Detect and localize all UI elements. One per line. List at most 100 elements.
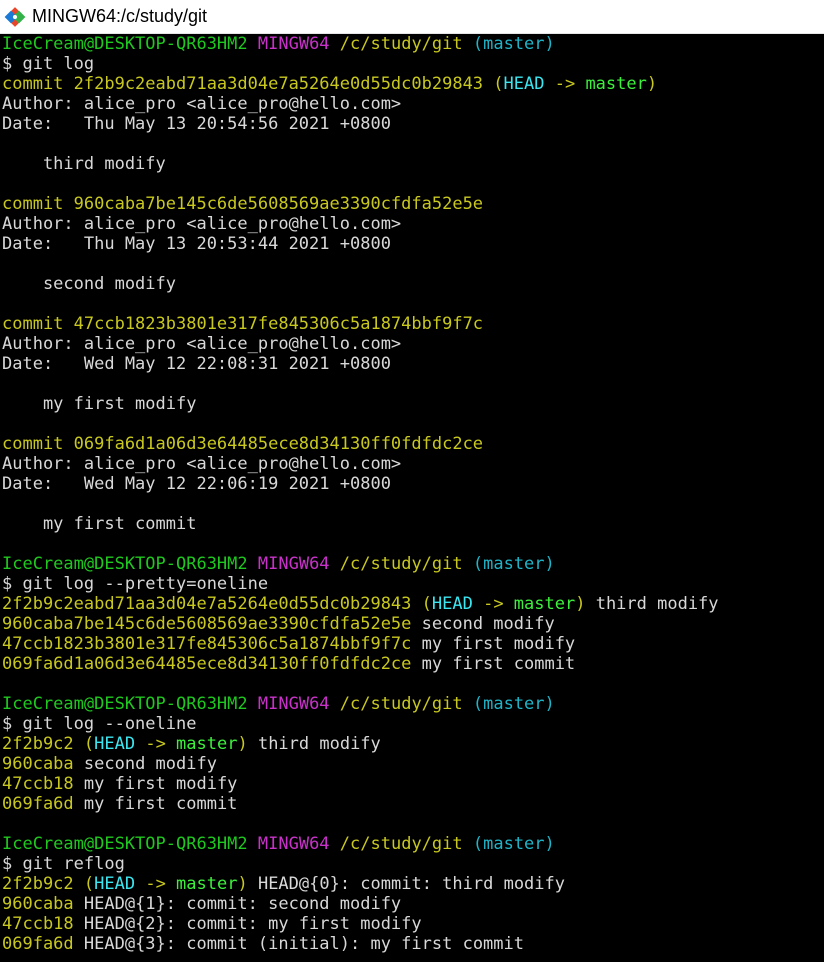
output-line: Author: alice_pro <alice_pro@hello.com>	[2, 334, 824, 354]
window-title: MINGW64:/c/study/git	[32, 6, 208, 26]
branch-ref: master	[513, 594, 576, 614]
commit-hash: 47ccb18	[2, 914, 74, 934]
prompt-system: MINGW64	[257, 694, 330, 714]
head-ref: HEAD	[94, 734, 136, 754]
decoration-open: (	[411, 594, 432, 614]
output-line: my first commit	[2, 514, 824, 534]
prompt-system: MINGW64	[257, 34, 330, 54]
output-text: Author: alice_pro <alice_pro@hello.com>	[2, 454, 402, 474]
prompt-branch: (master)	[472, 554, 555, 574]
prompt-branch: (master)	[472, 34, 555, 54]
window-titlebar[interactable]: MINGW64:/c/study/git	[0, 0, 824, 34]
output-text: Date: Thu May 13 20:53:44 2021 +0800	[2, 234, 391, 254]
commit-message: HEAD@{3}: commit (initial): my first com…	[73, 934, 524, 954]
oneline-entry: 47ccb18 HEAD@{2}: commit: my first modif…	[2, 914, 824, 934]
command-text: $ git log	[2, 54, 95, 74]
prompt-user-host: IceCream@DESKTOP-QR63HM2	[2, 834, 248, 854]
prompt-user-host: IceCream@DESKTOP-QR63HM2	[2, 554, 248, 574]
decoration-open: (	[73, 874, 95, 894]
commit-line: commit 960caba7be145c6de5608569ae3390cfd…	[2, 194, 824, 214]
prompt-system: MINGW64	[257, 834, 330, 854]
commit-hash: 960caba	[2, 894, 74, 914]
command-text: $ git reflog	[2, 854, 125, 874]
output-line: Author: alice_pro <alice_pro@hello.com>	[2, 214, 824, 234]
decoration-close: )	[646, 74, 658, 94]
commit-hash: 960caba7be145c6de5608569ae3390cfdfa52e5e	[2, 614, 412, 634]
output-text: Date: Wed May 12 22:06:19 2021 +0800	[2, 474, 391, 494]
commit-hash: commit 960caba7be145c6de5608569ae3390cfd…	[2, 194, 484, 214]
prompt-user-host: IceCream@DESKTOP-QR63HM2	[2, 694, 248, 714]
commit-message: my first modify	[411, 634, 576, 654]
branch-ref: master	[176, 734, 238, 754]
commit-hash: commit 2f2b9c2eabd71aa3d04e7a5264e0d55dc…	[2, 74, 484, 94]
commit-hash: 2f2b9c2eabd71aa3d04e7a5264e0d55dc0b29843	[2, 594, 412, 614]
output-line: Date: Thu May 13 20:54:56 2021 +0800	[2, 114, 824, 134]
output-text: Date: Thu May 13 20:54:56 2021 +0800	[2, 114, 391, 134]
oneline-entry: 069fa6d HEAD@{3}: commit (initial): my f…	[2, 934, 824, 954]
commit-message: my first commit	[73, 794, 238, 814]
oneline-entry: 47ccb1823b3801e317fe845306c5a1874bbf9f7c…	[2, 634, 824, 654]
commit-message: second modify	[73, 754, 217, 774]
commit-hash: 47ccb18	[2, 774, 74, 794]
decoration-open: (	[483, 74, 504, 94]
output-line: Author: alice_pro <alice_pro@hello.com>	[2, 454, 824, 474]
decoration-close: )	[575, 594, 586, 614]
prompt-branch: (master)	[472, 694, 555, 714]
oneline-entry: 069fa6d my first commit	[2, 794, 824, 814]
oneline-entry: 960caba7be145c6de5608569ae3390cfdfa52e5e…	[2, 614, 824, 634]
output-text: Date: Wed May 12 22:08:31 2021 +0800	[2, 354, 391, 374]
commit-hash: 069fa6d	[2, 934, 74, 954]
commit-message: HEAD@{2}: commit: my first modify	[73, 914, 422, 934]
commit-line: commit 2f2b9c2eabd71aa3d04e7a5264e0d55dc…	[2, 74, 824, 94]
prompt-branch: (master)	[472, 834, 555, 854]
commit-hash: 2f2b9c2	[2, 874, 74, 894]
command-line: $ git log --oneline	[2, 714, 824, 734]
prompt-user-host: IceCream@DESKTOP-QR63HM2	[2, 34, 248, 54]
oneline-entry: 960caba HEAD@{1}: commit: second modify	[2, 894, 824, 914]
terminal-output[interactable]: IceCream@DESKTOP-QR63HM2 MINGW64 /c/stud…	[0, 34, 824, 962]
decoration-arrow: ->	[135, 734, 177, 754]
head-ref: HEAD	[431, 594, 473, 614]
output-line: Date: Thu May 13 20:53:44 2021 +0800	[2, 234, 824, 254]
output-text: my first modify	[2, 394, 197, 414]
output-line: Date: Wed May 12 22:08:31 2021 +0800	[2, 354, 824, 374]
prompt-path: /c/study/git	[339, 834, 463, 854]
command-line: $ git log	[2, 54, 824, 74]
prompt-path: /c/study/git	[339, 694, 463, 714]
output-text: Author: alice_pro <alice_pro@hello.com>	[2, 94, 402, 114]
oneline-entry: 2f2b9c2eabd71aa3d04e7a5264e0d55dc0b29843…	[2, 594, 824, 614]
commit-hash: 069fa6d1a06d3e64485ece8d34130ff0fdfdc2ce	[2, 654, 412, 674]
commit-hash: commit 47ccb1823b3801e317fe845306c5a1874…	[2, 314, 484, 334]
output-line: my first modify	[2, 394, 824, 414]
commit-hash: 47ccb1823b3801e317fe845306c5a1874bbf9f7c	[2, 634, 412, 654]
prompt-line: IceCream@DESKTOP-QR63HM2 MINGW64 /c/stud…	[2, 834, 824, 854]
prompt-line: IceCream@DESKTOP-QR63HM2 MINGW64 /c/stud…	[2, 34, 824, 54]
commit-message: HEAD@{1}: commit: second modify	[73, 894, 402, 914]
decoration-close: )	[237, 874, 248, 894]
oneline-entry: 960caba second modify	[2, 754, 824, 774]
output-text: third modify	[2, 154, 166, 174]
commit-hash: commit 069fa6d1a06d3e64485ece8d34130ff0f…	[2, 434, 484, 454]
commit-line: commit 47ccb1823b3801e317fe845306c5a1874…	[2, 314, 824, 334]
decoration-close: )	[237, 734, 248, 754]
prompt-path: /c/study/git	[339, 554, 463, 574]
commit-message: third modify	[247, 734, 381, 754]
oneline-entry: 2f2b9c2 (HEAD -> master) HEAD@{0}: commi…	[2, 874, 824, 894]
decoration-open: (	[73, 734, 95, 754]
commit-message: third modify	[585, 594, 719, 614]
